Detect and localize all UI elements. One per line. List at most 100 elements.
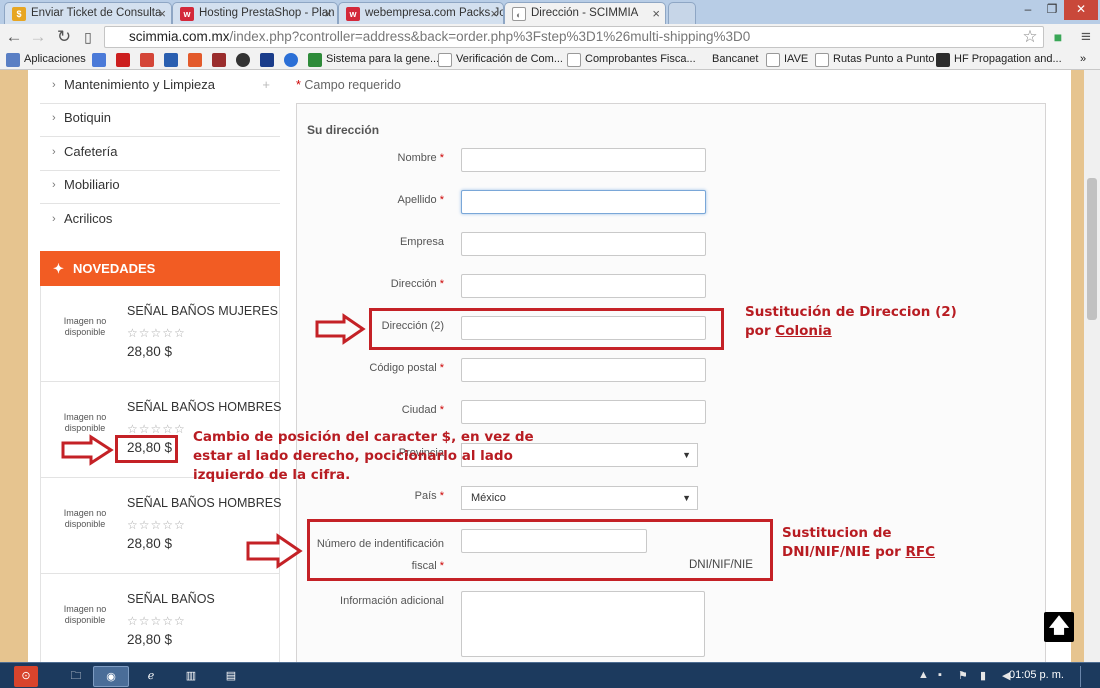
close-tab-icon[interactable]: ×	[652, 6, 660, 21]
label-pais: País *	[414, 490, 444, 502]
dropdown-arrow-icon: ▼	[682, 493, 691, 503]
label-apellido: Apellido *	[397, 194, 444, 206]
label-empresa: Empresa	[399, 236, 444, 248]
bookmark-site-icon[interactable]	[260, 53, 274, 67]
dollar-favicon-icon: $	[12, 7, 26, 21]
bookmark-sistema[interactable]: Sistema para la gene...	[326, 53, 439, 65]
annotation-direccion2: Sustitución de Direccion (2) por Colonia	[745, 304, 957, 339]
pais-select[interactable]: México ▼	[461, 486, 698, 510]
product-name[interactable]: SEÑAL BAÑOS HOMBRES	[127, 400, 281, 414]
nombre-input[interactable]	[461, 148, 706, 172]
drive-icon[interactable]	[164, 53, 178, 67]
bookmark-site-icon	[936, 53, 950, 67]
bookmark-star-icon[interactable]: ☆	[1020, 27, 1040, 47]
forward-icon[interactable]: →	[28, 27, 48, 47]
scroll-to-top-button[interactable]: 🡅	[1044, 612, 1074, 642]
webempresa-favicon-icon: w	[180, 7, 194, 21]
tray-app-icon[interactable]: ▪	[938, 669, 942, 681]
category-cafeteria[interactable]: › Cafetería	[40, 137, 280, 171]
scrollbar-thumb[interactable]	[1087, 178, 1097, 320]
info-textarea[interactable]	[461, 591, 705, 657]
bookmark-hf-propagation[interactable]: HF Propagation and...	[954, 53, 1062, 65]
browser-toolbar: ← → ↻ ▯ scimmia.com.mx/index.php?control…	[0, 24, 1100, 50]
minimize-icon[interactable]: –	[1016, 0, 1040, 20]
chrome-icon[interactable]: ◉	[93, 666, 129, 687]
bookmark-site-icon[interactable]	[212, 53, 226, 67]
codigo-postal-input[interactable]	[461, 358, 706, 382]
page-icon	[815, 53, 829, 67]
page-icon	[567, 53, 581, 67]
no-image-placeholder: Imagen no disponible	[63, 604, 107, 625]
window-close-icon[interactable]: ✕	[1064, 0, 1098, 20]
address-bar[interactable]: scimmia.com.mx/index.php?controller=addr…	[104, 26, 1044, 48]
show-desktop-button[interactable]	[1080, 666, 1094, 687]
list-item[interactable]: Imagen no disponible SEÑAL BAÑOS MUJERES…	[41, 286, 279, 382]
bookmark-site-icon[interactable]	[236, 53, 250, 67]
reload-icon[interactable]: ↻	[54, 27, 74, 47]
apellido-input[interactable]	[461, 190, 706, 214]
close-tab-icon[interactable]: ×	[158, 6, 166, 21]
apps-grid-icon	[6, 53, 20, 67]
google-icon[interactable]	[92, 53, 106, 67]
extension-icon[interactable]: ■	[1048, 27, 1068, 47]
tab-enviar-ticket[interactable]: $ Enviar Ticket de Consulta ×	[4, 2, 172, 24]
novedades-header[interactable]: ✦ NOVEDADES	[40, 251, 280, 286]
category-botiquin[interactable]: › Botiquin	[40, 103, 280, 137]
chevron-right-icon: ›	[52, 79, 56, 91]
category-mantenimiento[interactable]: › Mantenimiento y Limpieza +	[40, 70, 280, 104]
calculator-icon[interactable]: ▥	[173, 666, 209, 687]
no-image-placeholder: Imagen no disponible	[63, 316, 107, 337]
back-icon[interactable]: ←	[4, 27, 24, 47]
annotation-box-price	[115, 435, 178, 463]
expand-icon[interactable]: +	[262, 70, 270, 100]
rating-stars-icon: ☆☆☆☆☆	[127, 518, 186, 532]
ciudad-input[interactable]	[461, 400, 706, 424]
menu-icon[interactable]: ≡	[1076, 27, 1096, 47]
rating-stars-icon: ☆☆☆☆☆	[127, 614, 186, 628]
category-acrilicos[interactable]: › Acrilicos	[40, 204, 280, 238]
direccion-input[interactable]	[461, 274, 706, 298]
tray-expand-icon[interactable]: ▲	[918, 669, 929, 681]
tab-hosting-prestashop[interactable]: w Hosting PrestaShop - Plan ×	[172, 2, 338, 24]
windows-taskbar: ⊙ 🗀 ◉ ℯ ▥ ▤ ▲ ▪ ⚑ ▮ ◀ 01:05 p. m.	[0, 662, 1100, 688]
page-scrollbar[interactable]	[1084, 70, 1100, 662]
bookmark-aplicaciones[interactable]: Aplicaciones	[24, 53, 86, 65]
more-bookmarks-icon[interactable]: »	[1080, 53, 1086, 65]
taskbar-clock[interactable]: 01:05 p. m.	[1009, 669, 1064, 681]
close-tab-icon[interactable]: ×	[490, 6, 498, 21]
internet-explorer-icon[interactable]: ℯ	[133, 666, 169, 687]
rating-stars-icon: ☆☆☆☆☆	[127, 326, 186, 340]
start-app-icon[interactable]: ⊙	[14, 666, 38, 687]
bookmark-site-icon[interactable]	[284, 53, 298, 67]
star-icon: ✦	[53, 261, 64, 276]
network-icon[interactable]: ▮	[980, 669, 986, 682]
product-name[interactable]: SEÑAL BAÑOS HOMBRES	[127, 496, 281, 510]
bookmark-iave[interactable]: IAVE	[784, 53, 808, 65]
bookmark-site-icon[interactable]	[188, 53, 202, 67]
chevron-right-icon: ›	[52, 179, 56, 191]
tab-webempresa-packs[interactable]: w webempresa.com Packs Jo ×	[338, 2, 504, 24]
close-tab-icon[interactable]: ×	[324, 6, 332, 21]
chevron-right-icon: ›	[52, 146, 56, 158]
tab-direccion-scimmia[interactable]: ◐ Dirección - SCIMMIA ×	[504, 2, 666, 24]
app-icon[interactable]: ▤	[213, 666, 249, 687]
tray-flag-icon[interactable]: ⚑	[958, 669, 968, 682]
empresa-input[interactable]	[461, 232, 706, 256]
annotation-box-direccion2	[369, 308, 724, 350]
new-tab-button[interactable]	[668, 2, 696, 24]
category-mobiliario[interactable]: › Mobiliario	[40, 170, 280, 204]
product-name[interactable]: SEÑAL BAÑOS MUJERES	[127, 304, 278, 318]
list-item[interactable]: Imagen no disponible SEÑAL BAÑOS HOMBRES…	[41, 478, 281, 574]
gmail-icon[interactable]	[140, 53, 154, 67]
bookmark-comprobantes[interactable]: Comprobantes Fisca...	[585, 53, 696, 65]
product-name[interactable]: SEÑAL BAÑOS	[127, 592, 215, 606]
bookmark-bancanet[interactable]: Bancanet	[712, 53, 758, 65]
page-viewport: › Mantenimiento y Limpieza + › Botiquin …	[0, 70, 1100, 662]
file-explorer-icon[interactable]: 🗀	[58, 666, 94, 687]
restore-icon[interactable]: ❐	[1040, 0, 1064, 20]
bookmark-verificacion[interactable]: Verificación de Com...	[456, 53, 563, 65]
list-item[interactable]: Imagen no disponible SEÑAL BAÑOS ☆☆☆☆☆ 2…	[41, 574, 279, 662]
required-note: * Campo requerido	[296, 78, 401, 92]
youtube-icon[interactable]	[116, 53, 130, 67]
bookmark-rutas[interactable]: Rutas Punto a Punto	[833, 53, 935, 65]
